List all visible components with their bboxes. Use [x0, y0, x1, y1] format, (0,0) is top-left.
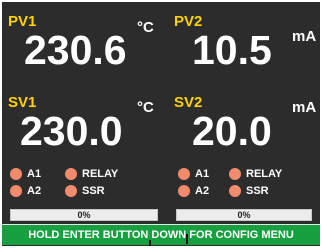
pv2-unit: mA	[292, 28, 317, 45]
indicator-label: SSR	[82, 185, 105, 197]
ssr-led-icon	[65, 185, 77, 197]
progress-label: 0%	[237, 210, 251, 220]
relay-led-icon	[229, 168, 241, 180]
indicator-label: RELAY	[246, 168, 283, 180]
pv2-value: 10.5	[192, 27, 272, 73]
pv1-value: 230.6	[24, 27, 127, 73]
indicator-label: A2	[27, 185, 42, 197]
relay-led-icon	[65, 168, 77, 180]
indicator-label: SSR	[246, 185, 269, 197]
indicator-relay: RELAY	[229, 168, 282, 180]
controller-display: PV1 230.6 °C SV1 230.0 °C A1 RELAY A2 SS…	[0, 0, 322, 248]
progress-bar-1: 0%	[10, 209, 158, 221]
ssr-led-icon	[229, 185, 241, 197]
indicator-a1: A1	[178, 168, 209, 180]
marker-tick	[186, 234, 188, 244]
indicator-a2: A2	[178, 185, 209, 197]
a2-led-icon	[178, 185, 190, 197]
sv1-value: 230.0	[20, 108, 123, 154]
indicator-label: A2	[195, 185, 210, 197]
indicator-a1: A1	[10, 168, 41, 180]
indicator-label: A1	[27, 168, 42, 180]
progress-bar-2: 0%	[176, 209, 312, 221]
sv2-value: 20.0	[192, 108, 272, 154]
a1-led-icon	[178, 168, 190, 180]
indicator-label: RELAY	[82, 168, 119, 180]
pv1-unit: °C	[137, 19, 154, 36]
a1-led-icon	[10, 168, 22, 180]
sv1-unit: °C	[137, 99, 154, 116]
config-menu-hint: HOLD ENTER BUTTON DOWN FOR CONFIG MENU	[2, 224, 320, 245]
indicator-a2: A2	[10, 185, 41, 197]
a2-led-icon	[10, 185, 22, 197]
indicator-ssr: SSR	[65, 185, 105, 197]
indicator-relay: RELAY	[65, 168, 118, 180]
marker-tick	[149, 240, 151, 246]
progress-label: 0%	[77, 210, 91, 220]
indicator-label: A1	[195, 168, 210, 180]
sv2-unit: mA	[292, 99, 317, 116]
indicator-ssr: SSR	[229, 185, 269, 197]
